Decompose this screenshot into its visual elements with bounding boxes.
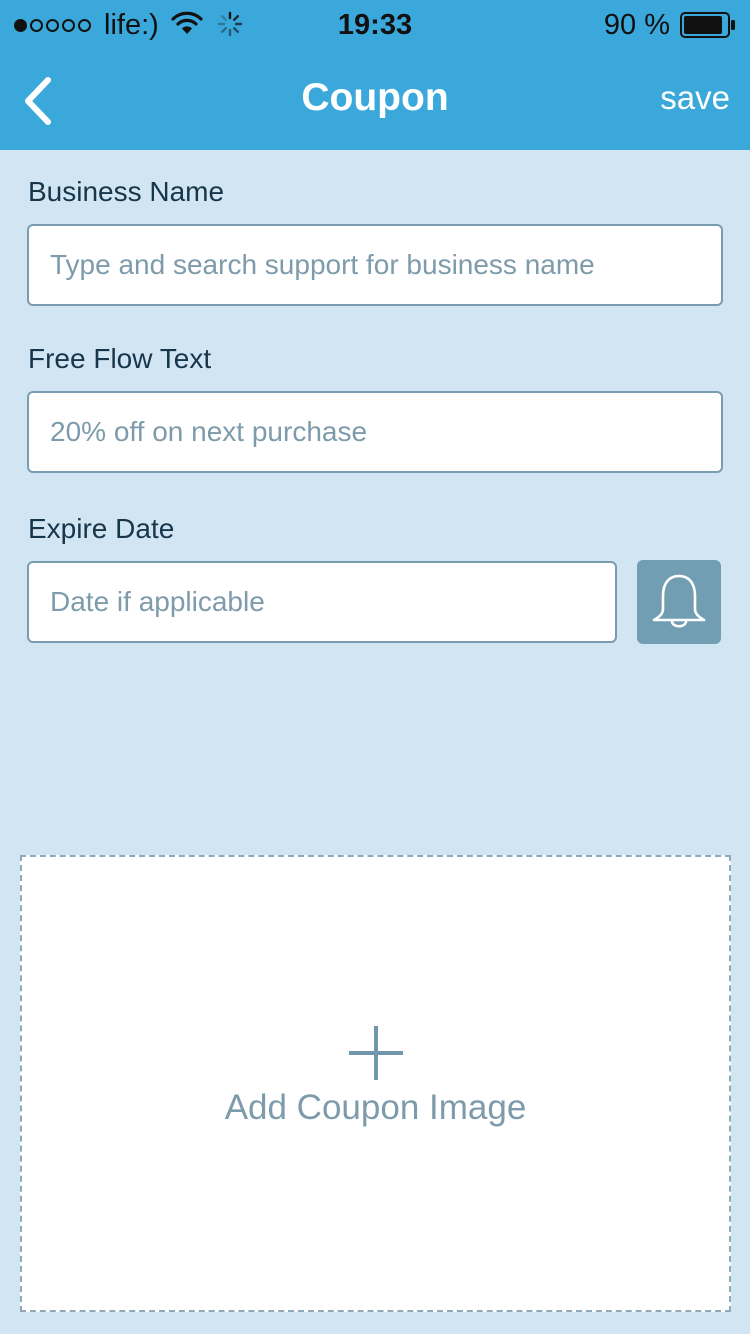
expire-date-label: Expire Date <box>28 513 175 544</box>
add-coupon-image-area[interactable]: Add Coupon Image <box>20 855 731 1312</box>
battery-icon <box>680 12 736 38</box>
free-flow-text-field[interactable]: 20% off on next purchase <box>27 391 723 473</box>
expire-date-field[interactable]: Date if applicable <box>27 561 617 643</box>
reminder-bell-button[interactable] <box>637 560 721 644</box>
status-bar: life:) 19:33 90 % <box>0 0 750 50</box>
battery-percentage: 90 % <box>603 9 670 41</box>
business-name-label: Business Name <box>28 176 225 207</box>
bell-icon <box>652 574 706 628</box>
add-coupon-image-label: Add Coupon Image <box>224 1088 527 1127</box>
page-title: Coupon <box>301 76 449 119</box>
business-name-field[interactable]: Type and search support for business nam… <box>27 224 723 306</box>
save-button[interactable]: save <box>660 76 730 120</box>
free-flow-text-label: Free Flow Text <box>28 343 212 374</box>
plus-icon <box>349 1026 403 1080</box>
navigation-header: life:) 19:33 90 % Coupon save <box>0 0 750 150</box>
